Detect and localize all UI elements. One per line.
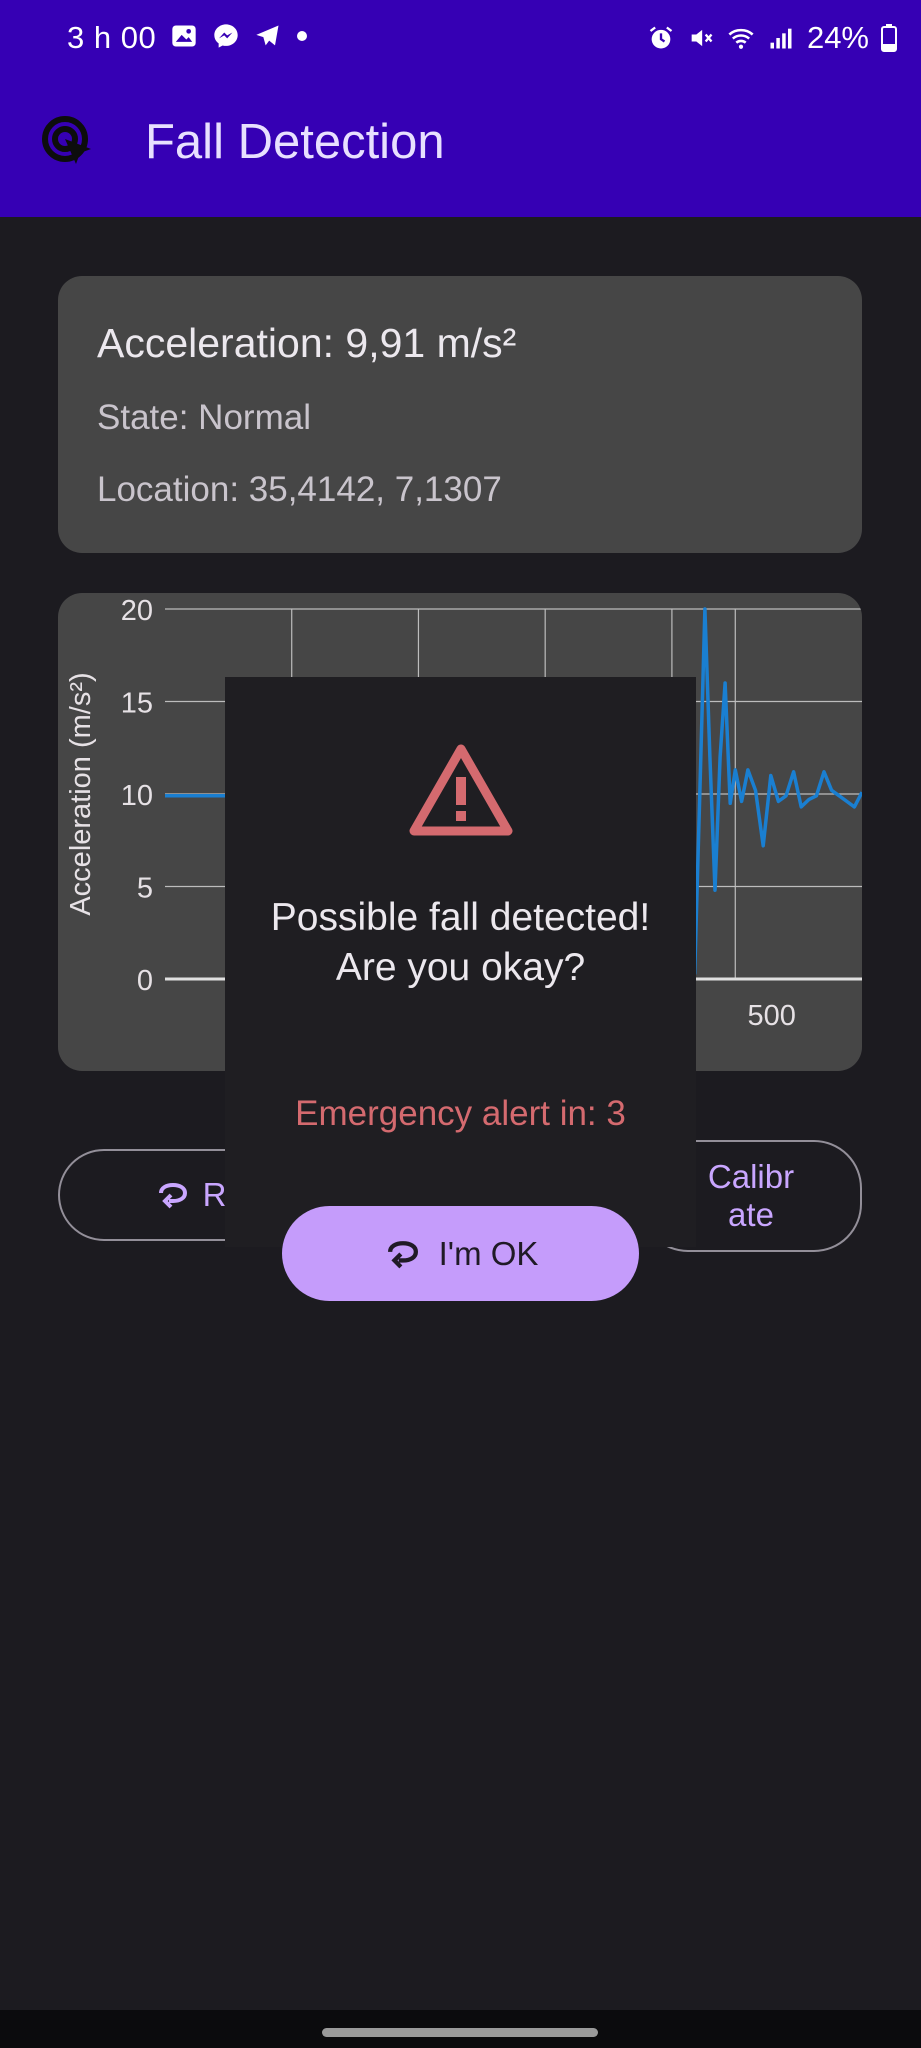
home-handle[interactable] (322, 2028, 598, 2037)
warning-icon (409, 744, 513, 836)
battery-percent: 24% (806, 20, 869, 55)
app-title: Fall Detection (145, 115, 445, 169)
wifi-icon (728, 28, 754, 49)
dialog-message: Possible fall detected! Are you okay? (270, 896, 651, 989)
dot-icon (297, 31, 307, 41)
messenger-icon (214, 24, 238, 48)
gallery-icon (172, 25, 196, 47)
navigation-bar (0, 2010, 921, 2048)
y-tick-label: 5 (137, 873, 153, 905)
alarm-icon (649, 26, 673, 49)
status-time: 3 h 00 (67, 20, 157, 55)
app-bar: Fall Detection (0, 78, 921, 217)
im-ok-button-label: I'm OK (438, 1234, 539, 1272)
system-icons: 24% (647, 20, 897, 56)
status-bar: 3 h 00 24% (0, 0, 921, 78)
reset-icon (158, 1182, 187, 1209)
battery-icon (881, 24, 897, 52)
fall-alert-dialog: Possible fall detected! Are you okay? Em… (225, 677, 696, 1247)
telegram-icon (256, 25, 279, 46)
notification-icons (170, 22, 308, 50)
y-tick-label: 15 (121, 688, 153, 720)
state-readout: State: Normal (97, 398, 311, 437)
acceleration-readout: Acceleration: 9,91 m/s² (97, 320, 517, 366)
im-ok-button[interactable]: I'm OK (282, 1206, 639, 1301)
y-tick-label: 0 (137, 965, 153, 997)
calibrate-button-label: Calibr ate (707, 1158, 795, 1233)
y-tick-label: 20 (121, 595, 153, 627)
tap-target-icon (42, 116, 91, 164)
emergency-countdown: Emergency alert in: 3 (295, 1094, 626, 1133)
x-tick-label: 500 (747, 1000, 795, 1032)
signal-icon (770, 28, 792, 49)
reset-icon (387, 1240, 418, 1268)
y-tick-label: 10 (121, 780, 153, 812)
sensor-info-card: Acceleration: 9,91 m/s² State: Normal Lo… (58, 276, 862, 553)
location-readout: Location: 35,4142, 7,1307 (97, 470, 502, 509)
y-axis-label: Acceleration (m/s²) (65, 672, 97, 915)
mute-icon (691, 29, 713, 47)
